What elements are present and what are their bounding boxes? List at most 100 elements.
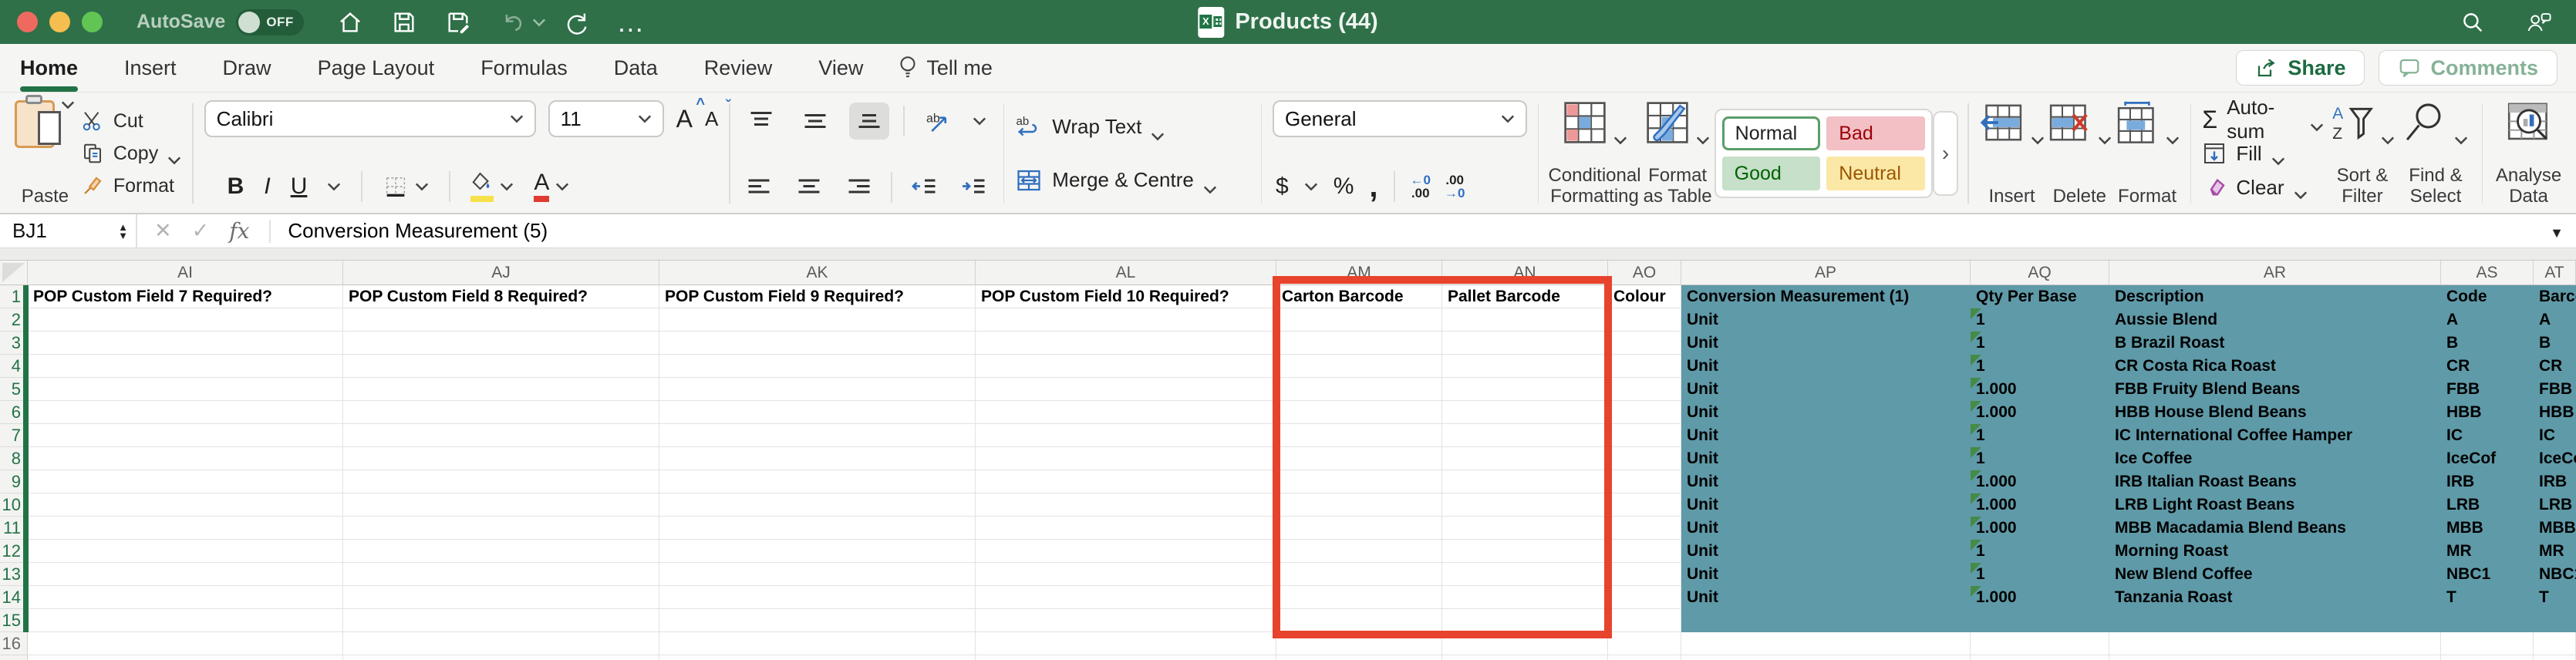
cell-AI4[interactable] [28, 355, 343, 378]
cell-AT4[interactable]: CR [2534, 355, 2576, 378]
cell-AK3[interactable] [659, 332, 976, 355]
cell-AQ3[interactable]: 1 [1971, 332, 2109, 355]
cell-AQ9[interactable]: 1.000 [1971, 470, 2109, 493]
cell-AL14[interactable] [976, 586, 1276, 609]
cell-AM11[interactable] [1276, 517, 1442, 540]
font-size-select[interactable]: 11 [548, 100, 664, 137]
cell-AO17[interactable] [1608, 655, 1681, 660]
cell-AT14[interactable]: T [2534, 586, 2576, 609]
cell-AJ6[interactable] [343, 401, 659, 424]
cell-AL13[interactable] [976, 563, 1276, 586]
cell-AP5[interactable]: Unit [1681, 378, 1971, 401]
cell-AT9[interactable]: IRB [2534, 470, 2576, 493]
font-color-button[interactable]: A [534, 171, 569, 202]
cell-AT17[interactable] [2534, 655, 2576, 660]
cell-AL3[interactable] [976, 332, 1276, 355]
cell-AK13[interactable] [659, 563, 976, 586]
cell-AI2[interactable] [28, 308, 343, 332]
cell-AS3[interactable]: B [2441, 332, 2534, 355]
column-header-AM[interactable]: AM [1276, 261, 1442, 285]
enter-icon[interactable]: ✓ [192, 219, 210, 243]
cell-AN6[interactable] [1442, 401, 1608, 424]
name-box[interactable]: BJ1 ▲ ▼ [0, 214, 137, 248]
underline-chevron-icon[interactable] [327, 182, 341, 191]
cell-AI16[interactable] [28, 632, 343, 655]
column-header-AL[interactable]: AL [976, 261, 1276, 285]
cell-AJ15[interactable] [343, 609, 659, 632]
cell-AS7[interactable]: IC [2441, 424, 2534, 447]
name-box-spinner[interactable]: ▲ ▼ [118, 222, 128, 241]
fill-button[interactable]: Fill [2202, 139, 2324, 168]
cell-AT1[interactable]: Barcode [2534, 285, 2576, 308]
cell-AI10[interactable] [28, 493, 343, 517]
cell-AI11[interactable] [28, 517, 343, 540]
cell-AM14[interactable] [1276, 586, 1442, 609]
borders-button[interactable] [383, 173, 429, 200]
tab-formulas[interactable]: Formulas [457, 44, 591, 92]
cell-AJ4[interactable] [343, 355, 659, 378]
undo-chevron-icon[interactable] [532, 18, 546, 27]
cell-AI3[interactable] [28, 332, 343, 355]
cell-AR14[interactable]: Tanzania Roast [2109, 586, 2441, 609]
cell-AQ11[interactable]: 1.000 [1971, 517, 2109, 540]
cell-AS8[interactable]: IceCof [2441, 447, 2534, 470]
cell-AN3[interactable] [1442, 332, 1608, 355]
cell-AK12[interactable] [659, 540, 976, 563]
delete-cells-button[interactable]: Delete [2045, 99, 2113, 208]
cell-AL5[interactable] [976, 378, 1276, 401]
align-bottom-button[interactable] [848, 103, 889, 140]
cell-AR15[interactable] [2109, 609, 2441, 632]
cell-AM10[interactable] [1276, 493, 1442, 517]
cell-AP13[interactable]: Unit [1681, 563, 1971, 586]
cell-AQ6[interactable]: 1.000 [1971, 401, 2109, 424]
decrease-font-button[interactable]: Aˇ [705, 98, 730, 131]
cell-AO11[interactable] [1608, 517, 1681, 540]
cell-AR3[interactable]: B Brazil Roast [2109, 332, 2441, 355]
cell-AQ10[interactable]: 1.000 [1971, 493, 2109, 517]
percent-button[interactable]: % [1334, 173, 1354, 200]
cell-AN5[interactable] [1442, 378, 1608, 401]
orientation-chevron-icon[interactable] [973, 116, 986, 126]
cell-style-bad[interactable]: Bad [1826, 116, 1925, 150]
cell-AP15[interactable] [1681, 609, 1971, 632]
cell-AJ16[interactable] [343, 632, 659, 655]
cell-AO12[interactable] [1608, 540, 1681, 563]
cell-AI8[interactable] [28, 447, 343, 470]
cell-AO15[interactable] [1608, 609, 1681, 632]
cell-AJ1[interactable]: POP Custom Field 8 Required? [343, 285, 659, 308]
cell-AL4[interactable] [976, 355, 1276, 378]
tell-me[interactable]: Tell me [897, 55, 993, 81]
comments-button[interactable]: Comments [2379, 50, 2557, 86]
cell-AI1[interactable]: POP Custom Field 7 Required? [28, 285, 343, 308]
cell-AL8[interactable] [976, 447, 1276, 470]
column-header-AK[interactable]: AK [659, 261, 976, 285]
share-button[interactable]: Share [2236, 50, 2365, 86]
cell-AM15[interactable] [1276, 609, 1442, 632]
format-cells-button[interactable]: Format [2113, 99, 2181, 208]
cell-AP17[interactable] [1681, 655, 1971, 660]
cell-AL7[interactable] [976, 424, 1276, 447]
cell-AM5[interactable] [1276, 378, 1442, 401]
cell-AK8[interactable] [659, 447, 976, 470]
insert-function-icon[interactable]: fx [229, 218, 249, 244]
decrease-indent-button[interactable] [906, 169, 942, 206]
cell-AP12[interactable]: Unit [1681, 540, 1971, 563]
cell-AM7[interactable] [1276, 424, 1442, 447]
cell-AK11[interactable] [659, 517, 976, 540]
column-header-AP[interactable]: AP [1681, 261, 1971, 285]
align-left-button[interactable] [741, 169, 777, 206]
save-as-icon[interactable] [443, 7, 474, 38]
tab-review[interactable]: Review [681, 44, 796, 92]
cell-AJ10[interactable] [343, 493, 659, 517]
cell-AR6[interactable]: HBB House Blend Beans [2109, 401, 2441, 424]
cell-AM13[interactable] [1276, 563, 1442, 586]
bold-button[interactable]: B [228, 173, 244, 200]
cell-AT13[interactable]: NBC1 [2534, 563, 2576, 586]
cell-AS13[interactable]: NBC1 [2441, 563, 2534, 586]
cell-AO1[interactable]: Colour [1608, 285, 1681, 308]
cell-AI13[interactable] [28, 563, 343, 586]
currency-button[interactable]: $ [1276, 173, 1289, 200]
cell-AO13[interactable] [1608, 563, 1681, 586]
cell-AP10[interactable]: Unit [1681, 493, 1971, 517]
cell-AQ2[interactable]: 1 [1971, 308, 2109, 332]
